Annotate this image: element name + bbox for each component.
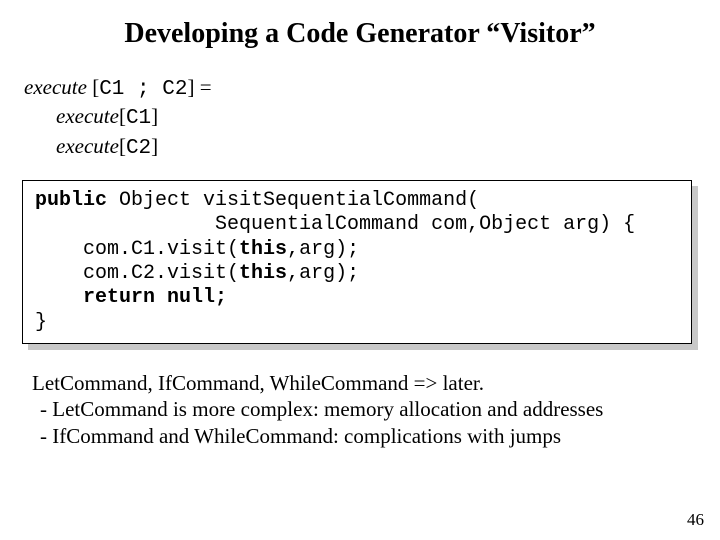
code-box: public Object visitSequentialCommand( Se…: [22, 180, 692, 344]
code-l1b: Object visitSequentialCommand(: [107, 189, 479, 212]
kw-this-1: this: [239, 238, 287, 261]
notes-line-1: LetCommand, IfCommand, WhileCommand => l…: [32, 370, 698, 396]
code-l6: }: [35, 311, 47, 334]
exec2-c: C1: [126, 107, 151, 130]
exec-keyword: execute: [24, 75, 87, 99]
code-content: public Object visitSequentialCommand( Se…: [22, 180, 692, 344]
exec-eq: =: [194, 75, 211, 99]
exec-keyword-3: execute: [56, 134, 119, 158]
exec-line-3: execute[C2]: [56, 133, 698, 162]
exec-sep: ;: [124, 78, 162, 101]
exec-c1: C1: [99, 78, 124, 101]
exec3-c: C2: [126, 137, 151, 160]
exec-line-2: execute[C1]: [56, 103, 698, 132]
exec3-open: [: [119, 134, 126, 158]
code-l4a: com.C2.visit(: [35, 262, 239, 285]
kw-return-null: return null;: [83, 286, 227, 309]
page-number: 46: [687, 510, 704, 530]
exec-line-1: execute [C1 ; C2] =: [24, 74, 698, 103]
exec-c2: C2: [162, 78, 187, 101]
code-l4c: ,arg);: [287, 262, 359, 285]
exec-keyword-2: execute: [56, 104, 119, 128]
notes-block: LetCommand, IfCommand, WhileCommand => l…: [32, 370, 698, 449]
code-l5a: [35, 286, 83, 309]
exec2-close: ]: [151, 104, 158, 128]
slide-title: Developing a Code Generator “Visitor”: [22, 18, 698, 50]
kw-this-2: this: [239, 262, 287, 285]
exec2-open: [: [119, 104, 126, 128]
notes-line-2: - LetCommand is more complex: memory all…: [40, 396, 698, 422]
slide: Developing a Code Generator “Visitor” ex…: [0, 0, 720, 540]
notes-line-3: - IfCommand and WhileCommand: complicati…: [40, 423, 698, 449]
execute-spec: execute [C1 ; C2] = execute[C1] execute[…: [24, 74, 698, 162]
exec3-close: ]: [151, 134, 158, 158]
code-l3a: com.C1.visit(: [35, 238, 239, 261]
code-l2: SequentialCommand com,Object arg) {: [35, 213, 635, 236]
code-l3c: ,arg);: [287, 238, 359, 261]
kw-public: public: [35, 189, 107, 212]
